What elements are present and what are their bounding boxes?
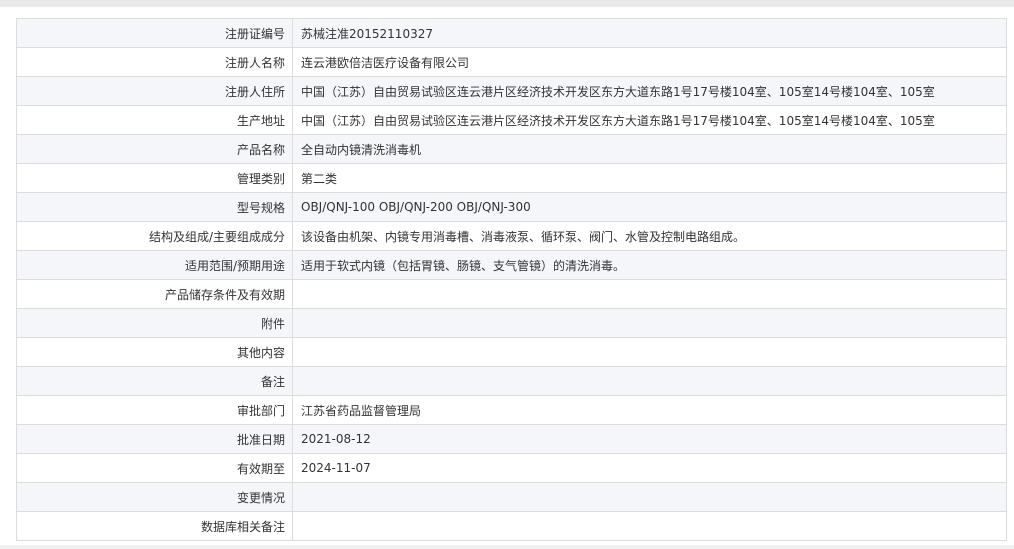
field-value-valid-until: 2024-11-07 [292,453,1007,483]
field-value-change-status [292,482,1007,512]
field-value-remarks [292,366,1007,396]
field-label: 批准日期 [16,424,293,454]
field-value-database-notes [292,511,1007,541]
field-value-storage-validity [292,279,1007,309]
row-approval-department: 审批部门 江苏省药品监督管理局 [16,395,1007,425]
field-value-structure-composition: 该设备由机架、内镜专用消毒槽、消毒液泵、循环泵、阀门、水管及控制电路组成。 [292,221,1007,251]
field-value-production-address: 中国（江苏）自由贸易试验区连云港片区经济技术开发区东方大道东路1号17号楼104… [292,105,1007,135]
field-value-product-name: 全自动内镜清洗消毒机 [292,134,1007,164]
row-registrant-name: 注册人名称 连云港欧倍洁医疗设备有限公司 [16,47,1007,77]
field-value-management-category: 第二类 [292,163,1007,193]
row-database-notes: 数据库相关备注 [16,511,1007,541]
field-label: 型号规格 [16,192,293,222]
top-band [0,0,1014,7]
row-storage-validity: 产品储存条件及有效期 [16,279,1007,309]
field-value-intended-use: 适用于软式内镜（包括胃镜、肠镜、支气管镜）的清洗消毒。 [292,250,1007,280]
row-approval-date: 批准日期 2021-08-12 [16,424,1007,454]
field-value-approval-date: 2021-08-12 [292,424,1007,454]
field-value-attachments [292,308,1007,338]
registration-detail-table: 注册证编号 苏械注准20152110327 注册人名称 连云港欧倍洁医疗设备有限… [16,18,1007,541]
field-label: 管理类别 [16,163,293,193]
field-value-approval-department: 江苏省药品监督管理局 [292,395,1007,425]
row-production-address: 生产地址 中国（江苏）自由贸易试验区连云港片区经济技术开发区东方大道东路1号17… [16,105,1007,135]
row-structure-composition: 结构及组成/主要组成成分 该设备由机架、内镜专用消毒槽、消毒液泵、循环泵、阀门、… [16,221,1007,251]
row-attachments: 附件 [16,308,1007,338]
bottom-band [0,545,1014,549]
field-label: 备注 [16,366,293,396]
field-value-registrant-address: 中国（江苏）自由贸易试验区连云港片区经济技术开发区东方大道东路1号17号楼104… [292,76,1007,106]
field-label: 注册证编号 [16,18,293,48]
field-label: 其他内容 [16,337,293,367]
field-label: 产品名称 [16,134,293,164]
field-label: 注册人名称 [16,47,293,77]
row-remarks: 备注 [16,366,1007,396]
field-label: 适用范围/预期用途 [16,250,293,280]
row-management-category: 管理类别 第二类 [16,163,1007,193]
field-label: 结构及组成/主要组成成分 [16,221,293,251]
field-value-registration-number: 苏械注准20152110327 [292,18,1007,48]
field-value-model-spec: OBJ/QNJ-100 OBJ/QNJ-200 OBJ/QNJ-300 [292,192,1007,222]
field-value-registrant-name: 连云港欧倍洁医疗设备有限公司 [292,47,1007,77]
field-label: 变更情况 [16,482,293,512]
field-label: 数据库相关备注 [16,511,293,541]
row-other-content: 其他内容 [16,337,1007,367]
field-label: 产品储存条件及有效期 [16,279,293,309]
field-label: 生产地址 [16,105,293,135]
row-model-spec: 型号规格 OBJ/QNJ-100 OBJ/QNJ-200 OBJ/QNJ-300 [16,192,1007,222]
row-product-name: 产品名称 全自动内镜清洗消毒机 [16,134,1007,164]
field-label: 审批部门 [16,395,293,425]
registration-detail-panel: 注册证编号 苏械注准20152110327 注册人名称 连云港欧倍洁医疗设备有限… [16,18,1007,541]
field-label: 有效期至 [16,453,293,483]
row-registrant-address: 注册人住所 中国（江苏）自由贸易试验区连云港片区经济技术开发区东方大道东路1号1… [16,76,1007,106]
row-registration-number: 注册证编号 苏械注准20152110327 [16,18,1007,48]
field-value-other-content [292,337,1007,367]
row-valid-until: 有效期至 2024-11-07 [16,453,1007,483]
field-label: 附件 [16,308,293,338]
field-label: 注册人住所 [16,76,293,106]
row-intended-use: 适用范围/预期用途 适用于软式内镜（包括胃镜、肠镜、支气管镜）的清洗消毒。 [16,250,1007,280]
row-change-status: 变更情况 [16,482,1007,512]
